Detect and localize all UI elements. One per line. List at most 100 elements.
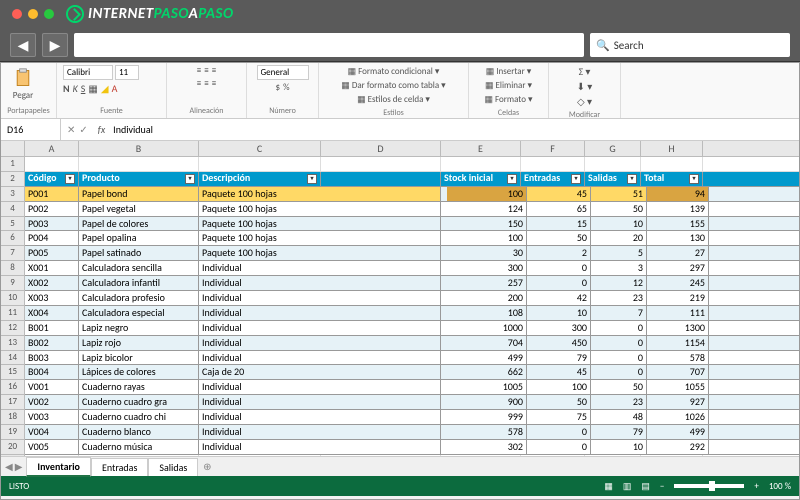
cell[interactable]: Individual [199, 395, 441, 409]
row-header[interactable]: 20 [1, 440, 25, 455]
cell[interactable]: 100 [447, 231, 527, 245]
row-header[interactable]: 3 [1, 187, 25, 202]
accept-formula-icon[interactable]: ✓ [79, 123, 87, 136]
cell[interactable]: 12 [591, 276, 647, 290]
cell[interactable]: P005 [25, 246, 79, 260]
cell[interactable]: Cuaderno cuadro gra [79, 395, 199, 409]
filter-arrow-icon[interactable]: ▾ [65, 174, 75, 184]
format-cells-button[interactable]: ▦ Formato ▾ [481, 93, 535, 106]
nav-forward-button[interactable]: ▶ [42, 33, 68, 57]
row-header[interactable]: 21 [1, 455, 25, 456]
cell[interactable]: B004 [25, 365, 79, 379]
cell[interactable]: 0 [527, 261, 591, 275]
cell[interactable]: Lápices de colores [79, 365, 199, 379]
window-maximize-icon[interactable] [44, 9, 54, 19]
cell[interactable]: P001 [25, 187, 79, 201]
cell[interactable]: V003 [25, 410, 79, 424]
currency-button[interactable]: $ [276, 82, 281, 93]
url-input[interactable] [74, 33, 584, 57]
cell[interactable]: X002 [25, 276, 79, 290]
cell[interactable]: 900 [447, 395, 527, 409]
table-row[interactable]: V005Cuaderno músicaIndividual302010292 [25, 440, 799, 455]
cell[interactable]: 1300 [647, 321, 709, 335]
cell[interactable]: 0 [591, 321, 647, 335]
cell[interactable]: P004 [25, 231, 79, 245]
row-header[interactable]: 8 [1, 261, 25, 276]
cell[interactable]: 0 [527, 276, 591, 290]
filter-arrow-icon[interactable]: ▾ [571, 174, 581, 184]
table-row[interactable]: P003Papel de coloresPaquete 100 hojas150… [25, 217, 799, 232]
bold-button[interactable]: N [63, 82, 70, 95]
row-header[interactable]: 11 [1, 306, 25, 321]
cell[interactable]: P003 [25, 217, 79, 231]
cell[interactable]: 50 [527, 231, 591, 245]
cell[interactable]: 10 [591, 440, 647, 454]
formula-input[interactable]: Individual [109, 123, 799, 136]
row-header[interactable]: 10 [1, 291, 25, 306]
delete-cells-button[interactable]: ▦ Eliminar ▾ [482, 79, 535, 92]
cell[interactable]: V004 [25, 425, 79, 439]
cell[interactable]: 200 [447, 291, 527, 305]
clear-button[interactable]: ◇ ▾ [577, 95, 592, 108]
cell[interactable]: 662 [447, 365, 527, 379]
number-format-select[interactable] [257, 65, 309, 80]
cell[interactable]: 45 [527, 365, 591, 379]
view-normal-icon[interactable]: ▦ [604, 481, 613, 492]
cell[interactable]: 108 [447, 306, 527, 320]
cell[interactable]: 51 [591, 187, 647, 201]
tab-nav-next-icon[interactable]: ▶ [15, 460, 23, 473]
table-row[interactable]: P002Papel vegetalPaquete 100 hojas124655… [25, 202, 799, 217]
cell[interactable]: Papel opalina [79, 231, 199, 245]
row-header[interactable]: 4 [1, 202, 25, 217]
cell[interactable]: 27 [647, 246, 709, 260]
table-row[interactable]: V001Cuaderno rayasIndividual100510050105… [25, 380, 799, 395]
cell[interactable]: 50 [591, 202, 647, 216]
paste-button[interactable]: Pegar [7, 68, 39, 102]
zoom-in-button[interactable]: + [754, 481, 758, 492]
italic-button[interactable]: K [73, 82, 78, 95]
select-all-corner[interactable] [1, 141, 25, 156]
cell[interactable]: Individual [199, 321, 441, 335]
cancel-formula-icon[interactable]: ✕ [67, 123, 75, 136]
table-row[interactable]: X002Calculadora infantilIndividual257012… [25, 276, 799, 291]
cell[interactable]: Papel vegetal [79, 202, 199, 216]
cell[interactable]: 42 [527, 291, 591, 305]
table-header-cell[interactable]: Código▾ [25, 172, 79, 186]
cell[interactable]: 23 [591, 291, 647, 305]
cell[interactable]: 139 [647, 202, 709, 216]
cell[interactable]: Papel de colores [79, 217, 199, 231]
window-minimize-icon[interactable] [28, 9, 38, 19]
cell[interactable]: Cuaderno rayas [79, 380, 199, 394]
cell[interactable]: P002 [25, 202, 79, 216]
cell[interactable]: 111 [647, 306, 709, 320]
cell[interactable]: 0 [591, 336, 647, 350]
row-header[interactable]: 5 [1, 217, 25, 232]
cell[interactable]: 499 [447, 351, 527, 365]
table-row[interactable]: B002Lapiz rojoIndividual70445001154 [25, 336, 799, 351]
cell[interactable]: Individual [199, 291, 441, 305]
zoom-slider[interactable] [674, 484, 744, 488]
cell[interactable]: Paquete 100 hojas [199, 246, 441, 260]
cell[interactable]: 2 [527, 246, 591, 260]
cell[interactable]: Individual [199, 336, 441, 350]
cell[interactable]: Paquete 100 hojas [199, 217, 441, 231]
sheet-tab-salidas[interactable]: Salidas [148, 458, 198, 476]
cell[interactable]: V002 [25, 395, 79, 409]
fill-color-button[interactable]: ◢ [101, 82, 109, 95]
cell[interactable]: 100 [447, 187, 527, 201]
row-header[interactable]: 14 [1, 351, 25, 366]
cell[interactable]: Individual [199, 276, 441, 290]
cell[interactable]: Paquete 100 hojas [199, 231, 441, 245]
table-header-cell[interactable]: Producto▾ [79, 172, 199, 186]
cell[interactable]: V005 [25, 440, 79, 454]
cell[interactable]: 999 [447, 410, 527, 424]
cell[interactable]: 245 [647, 276, 709, 290]
underline-button[interactable]: S [81, 82, 86, 95]
cell[interactable]: Calculadora sencilla [79, 261, 199, 275]
cell[interactable]: Cuaderno blanco [79, 425, 199, 439]
cell[interactable]: Lapiz negro [79, 321, 199, 335]
table-header-cell[interactable]: Salidas▾ [585, 172, 641, 186]
spreadsheet-grid[interactable]: A B C D E F G H 123456789101112131415161… [1, 141, 799, 456]
cell[interactable]: 707 [647, 365, 709, 379]
row-headers[interactable]: 123456789101112131415161718192021 [1, 157, 25, 456]
